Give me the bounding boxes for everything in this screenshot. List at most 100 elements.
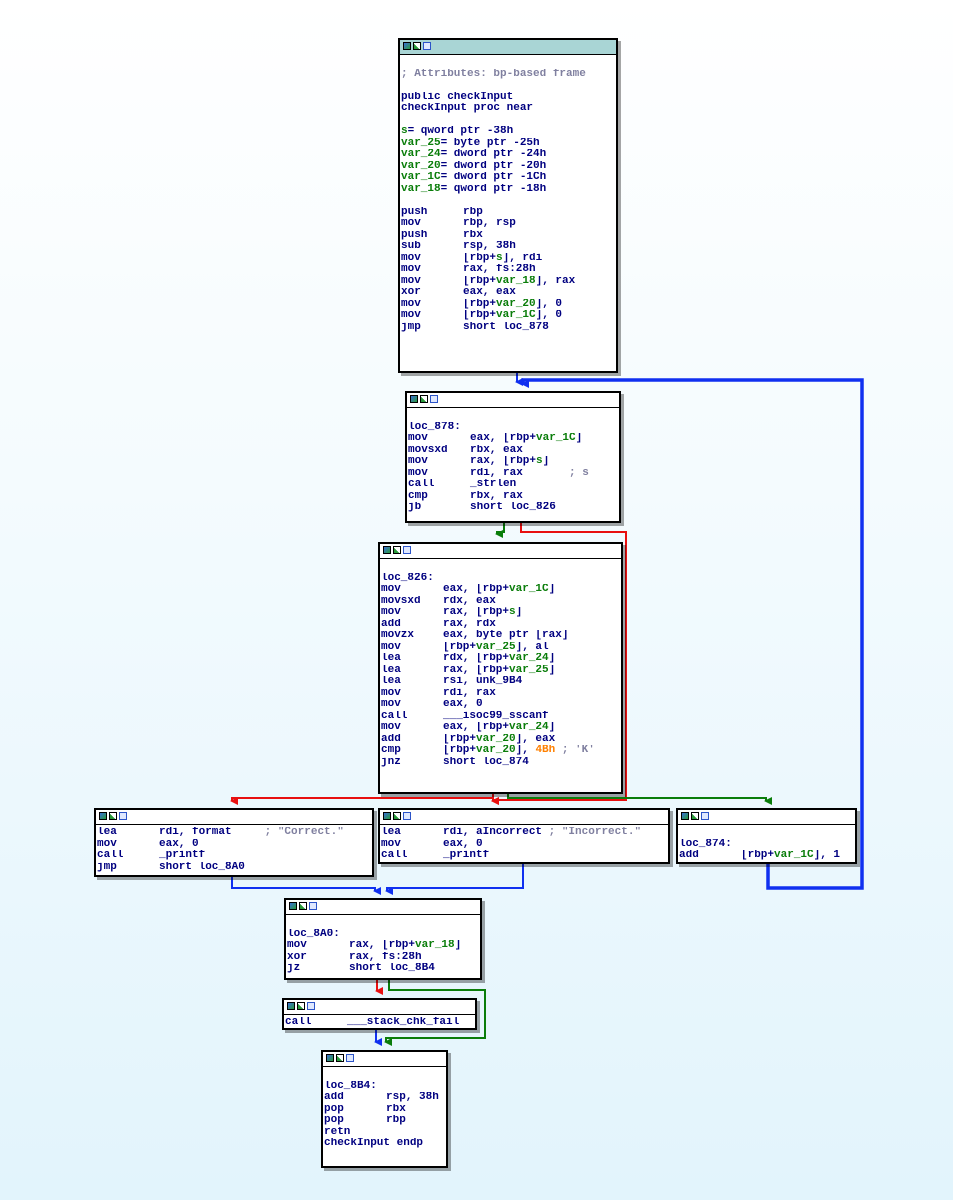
mnemonic: add <box>679 850 699 861</box>
operands: rbx <box>463 229 483 241</box>
code-text: checkInput endp <box>324 1138 424 1149</box>
text-view-icon[interactable] <box>309 902 317 910</box>
operands: eax, 0 <box>443 838 483 850</box>
mnemonic: xor <box>287 951 307 963</box>
instruction: add rsp, 38h <box>324 1092 446 1104</box>
graph-view-icon[interactable] <box>383 546 391 554</box>
node-title-bar[interactable] <box>678 810 855 825</box>
node-title-bar[interactable] <box>400 40 616 55</box>
instruction: movzx eax, byte ptr [rax] <box>381 630 621 642</box>
node-loc-874[interactable]: loc_874: add [rbp+var_1C], 1 <box>676 808 857 864</box>
chart-icon[interactable] <box>420 395 428 403</box>
mnemonic: add <box>381 618 401 630</box>
graph-view-icon[interactable] <box>326 1054 334 1062</box>
mnemonic: mov <box>381 722 401 733</box>
chart-icon[interactable] <box>336 1054 344 1062</box>
code-label: loc_878: <box>408 421 461 433</box>
graph-view-icon[interactable] <box>287 1002 295 1010</box>
operands: rdx, eax <box>443 595 496 607</box>
node-incorrect[interactable]: lea rdi, aIncorrect ; "Incorrect." mov eax,… <box>378 808 670 864</box>
operands: [rbp+var_20], <box>443 745 536 756</box>
instruction: jb short loc_826 <box>408 502 619 514</box>
node-title-bar[interactable] <box>380 544 621 559</box>
instruction: lea rdi, format ; "Correct." <box>97 827 372 839</box>
operands: rbx, eax <box>470 444 523 456</box>
chart-icon[interactable] <box>393 812 401 820</box>
text-view-icon[interactable] <box>307 1002 315 1010</box>
instruction: retn <box>324 1127 446 1139</box>
operands: rax, [rbp+var_25] <box>443 664 556 676</box>
mnemonic: push <box>401 206 428 218</box>
instruction: mov [rbp+var_1C], 0 <box>401 310 616 322</box>
mnemonic: mov <box>408 456 428 467</box>
graph-view-icon[interactable] <box>99 812 107 820</box>
chart-icon[interactable] <box>413 42 421 50</box>
code-text: public checkInput <box>401 91 514 103</box>
inline-comment: ; 'K' <box>555 745 595 756</box>
node-entry-checkInput[interactable]: ; Attributes: bp-based frame public check… <box>398 38 618 373</box>
node-title-bar[interactable] <box>286 900 480 915</box>
graph-view-icon[interactable] <box>410 395 418 403</box>
node-title-bar[interactable] <box>380 810 668 825</box>
node-title-bar[interactable] <box>323 1052 446 1067</box>
node-loc-8b4[interactable]: loc_8B4: add rsp, 38h pop rbx pop rbp retn check… <box>321 1050 448 1168</box>
mnemonic: mov <box>408 467 428 479</box>
operands: ___isoc99_sscanf <box>443 710 549 722</box>
node-code: loc_878: mov eax, [rbp+var_1C] movsxd rbx, e… <box>407 408 619 514</box>
node-loc-8a0[interactable]: loc_8A0: mov rax, [rbp+var_18] xor rax, fs:2… <box>284 898 482 980</box>
instruction: mov eax, 0 <box>381 699 621 711</box>
mnemonic: jz <box>287 963 301 974</box>
graph-view-icon[interactable] <box>403 42 411 50</box>
text-view-icon[interactable] <box>119 812 127 820</box>
node-loc-826[interactable]: loc_826: mov eax, [rbp+var_1C] movsxd rdx, e… <box>378 542 623 794</box>
mnemonic: pop <box>324 1115 344 1126</box>
instruction: jmp short loc_8A0 <box>97 862 372 874</box>
instruction: jmp short loc_878 <box>401 322 616 334</box>
inline-comment: ; s <box>522 467 589 479</box>
text-view-icon[interactable] <box>701 812 709 820</box>
edge-incorrect-to-loc-8a0 <box>385 864 524 895</box>
text-view-icon[interactable] <box>423 42 431 50</box>
chart-icon[interactable] <box>393 546 401 554</box>
operands: _printf <box>159 850 206 861</box>
instruction: lea rdi, aIncorrect ; "Incorrect." <box>381 827 668 839</box>
code-label: loc_826: <box>381 572 434 584</box>
node-code: loc_874: add [rbp+var_1C], 1 <box>678 825 855 862</box>
instruction: mov [rbp+var_25], al <box>381 642 621 654</box>
node-title-bar[interactable] <box>96 810 372 825</box>
stack-var-def: var_1C= dword ptr -1Ch <box>401 172 547 183</box>
operands: short loc_874 <box>443 756 529 768</box>
text-view-icon[interactable] <box>346 1054 354 1062</box>
node-stack-chk-fail[interactable]: call ___stack_chk_fail <box>282 998 477 1030</box>
text-view-icon[interactable] <box>430 395 438 403</box>
mnemonic: mov <box>381 607 401 618</box>
instruction: mov eax, 0 <box>381 839 668 851</box>
operands: rdi, rax <box>470 467 523 479</box>
graph-view-icon[interactable] <box>681 812 689 820</box>
mnemonic: mov <box>401 264 421 275</box>
instruction: pop rbp <box>324 1115 446 1127</box>
instruction: movsxd rbx, eax <box>408 445 619 457</box>
graph-view-icon[interactable] <box>289 902 297 910</box>
operands: [rbp+var_25], al <box>443 641 549 653</box>
chart-icon[interactable] <box>109 812 117 820</box>
chart-icon[interactable] <box>297 1002 305 1010</box>
node-title-bar[interactable] <box>284 1000 475 1015</box>
instruction: lea rax, [rbp+var_25] <box>381 665 621 677</box>
chart-icon[interactable] <box>691 812 699 820</box>
graph-view-icon[interactable] <box>383 812 391 820</box>
mnemonic: movsxd <box>408 444 448 456</box>
mnemonic: lea <box>97 827 117 838</box>
instruction: lea rdx, [rbp+var_24] <box>381 653 621 665</box>
node-loc-878[interactable]: loc_878: mov eax, [rbp+var_1C] movsxd rbx, e… <box>405 391 621 523</box>
code-label: loc_874: <box>679 838 732 850</box>
text-view-icon[interactable] <box>403 546 411 554</box>
chart-icon[interactable] <box>299 902 307 910</box>
text-view-icon[interactable] <box>403 812 411 820</box>
node-title-bar[interactable] <box>407 393 619 408</box>
node-correct[interactable]: lea rdi, format ; "Correct." mov eax, 0 call… <box>94 808 374 877</box>
